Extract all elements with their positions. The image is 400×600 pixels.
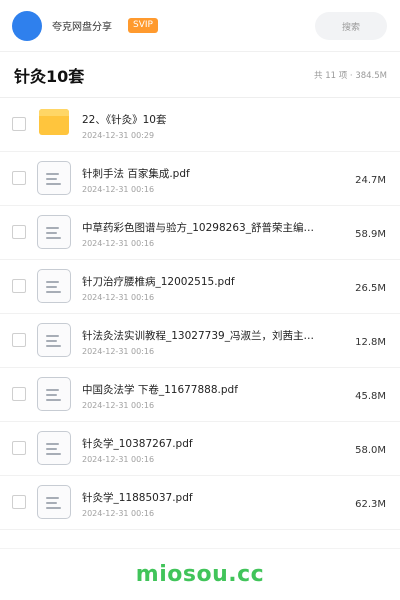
file-size: 62.3M xyxy=(355,499,386,510)
document-icon xyxy=(37,161,71,195)
svip-badge: SVIP xyxy=(128,18,158,33)
watermark-brand: miosou.cc xyxy=(135,562,265,587)
select-checkbox[interactable] xyxy=(12,387,26,401)
file-date: 2024-12-31 00:16 xyxy=(82,185,155,194)
list-item[interactable]: 针灸学_10387267.pdf 2024-12-31 00:16 58.0M xyxy=(0,422,400,476)
file-date: 2024-12-31 00:16 xyxy=(82,293,155,302)
file-name: 针刺手法 百家集成.pdf xyxy=(82,168,190,180)
file-name: 针刀治疗腰椎病_12002515.pdf xyxy=(82,276,235,288)
select-checkbox[interactable] xyxy=(12,441,26,455)
file-date: 2024-12-31 00:16 xyxy=(82,401,155,410)
file-date: 2024-12-31 00:16 xyxy=(82,455,155,464)
select-checkbox[interactable] xyxy=(12,279,26,293)
select-checkbox[interactable] xyxy=(12,333,26,347)
list-item[interactable]: 针法灸法实训教程_13027739_冯淑兰，刘茜主… 2024-12-31 00:… xyxy=(0,314,400,368)
file-name: 22、《针灸》10套 xyxy=(82,114,167,126)
list-item[interactable]: 22、《针灸》10套 2024-12-31 00:29 xyxy=(0,98,400,152)
divider xyxy=(0,548,400,549)
file-size: 58.0M xyxy=(355,445,386,456)
page-title: 针灸10套 xyxy=(14,66,85,86)
document-icon xyxy=(37,215,71,249)
list-item[interactable]: 针刀治疗腰椎病_12002515.pdf 2024-12-31 00:16 26.5… xyxy=(0,260,400,314)
top-bar: 夸克网盘分享 SVIP 搜索 xyxy=(0,0,400,52)
file-date: 2024-12-31 00:16 xyxy=(82,347,155,356)
avatar[interactable] xyxy=(12,10,42,41)
file-name: 针灸学_10387267.pdf xyxy=(82,438,193,450)
file-size: 45.8M xyxy=(355,391,386,402)
list-item[interactable]: 中草药彩色图谱与验方_10298263_舒普荣主编… 2024-12-31 00:… xyxy=(0,206,400,260)
list-item[interactable]: 针灸学_11885037.pdf 2024-12-31 00:16 62.3M xyxy=(0,476,400,530)
select-checkbox[interactable] xyxy=(12,495,26,509)
site-name: 夸克网盘分享 xyxy=(52,22,112,33)
file-name: 中草药彩色图谱与验方_10298263_舒普荣主编… xyxy=(82,222,314,234)
document-icon xyxy=(37,323,71,357)
document-icon xyxy=(37,431,71,465)
folder-header: 针灸10套 共 11 项 · 384.5M xyxy=(0,52,400,98)
file-date: 2024-12-31 00:16 xyxy=(82,509,155,518)
document-icon xyxy=(37,269,71,303)
file-name: 针灸学_11885037.pdf xyxy=(82,492,193,504)
list-item[interactable]: 中国灸法学 下卷_11677888.pdf 2024-12-31 00:16 45.… xyxy=(0,368,400,422)
file-list: 22、《针灸》10套 2024-12-31 00:29 针刺手法 百家集成.pdf 2… xyxy=(0,98,400,530)
file-size: 58.9M xyxy=(355,229,386,240)
folder-icon xyxy=(37,107,71,141)
document-icon xyxy=(37,377,71,411)
select-checkbox[interactable] xyxy=(12,225,26,239)
select-checkbox[interactable] xyxy=(12,117,26,131)
file-date: 2024-12-31 00:29 xyxy=(82,131,155,140)
file-size: 26.5M xyxy=(355,283,386,294)
search-placeholder: 搜索 xyxy=(341,22,360,33)
select-checkbox[interactable] xyxy=(12,171,26,185)
file-date: 2024-12-31 00:16 xyxy=(82,239,155,248)
list-item[interactable]: 针刺手法 百家集成.pdf 2024-12-31 00:16 24.7M xyxy=(0,152,400,206)
file-name: 中国灸法学 下卷_11677888.pdf xyxy=(82,384,238,396)
search-input[interactable]: 搜索 xyxy=(315,12,387,40)
file-size: 24.7M xyxy=(355,175,386,186)
document-icon xyxy=(37,485,71,519)
folder-meta: 共 11 项 · 384.5M xyxy=(314,71,387,81)
file-name: 针法灸法实训教程_13027739_冯淑兰，刘茜主… xyxy=(82,330,314,342)
file-size: 12.8M xyxy=(355,337,386,348)
